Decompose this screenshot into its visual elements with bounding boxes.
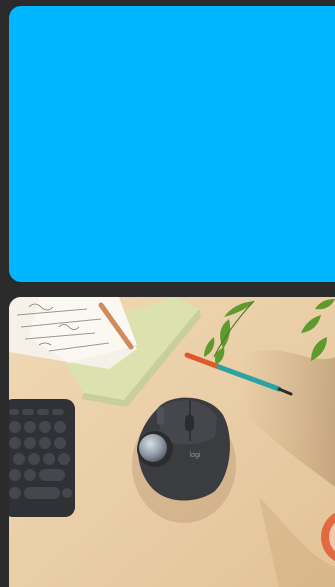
trackball-ball: [139, 434, 167, 462]
product-photo: logi: [9, 297, 335, 587]
blue-tile[interactable]: [9, 6, 335, 282]
mouse-logo: logi: [190, 452, 201, 459]
product-image-card[interactable]: logi: [9, 297, 335, 587]
keyboard: [9, 399, 75, 517]
blue-tile-fill: [9, 6, 335, 282]
